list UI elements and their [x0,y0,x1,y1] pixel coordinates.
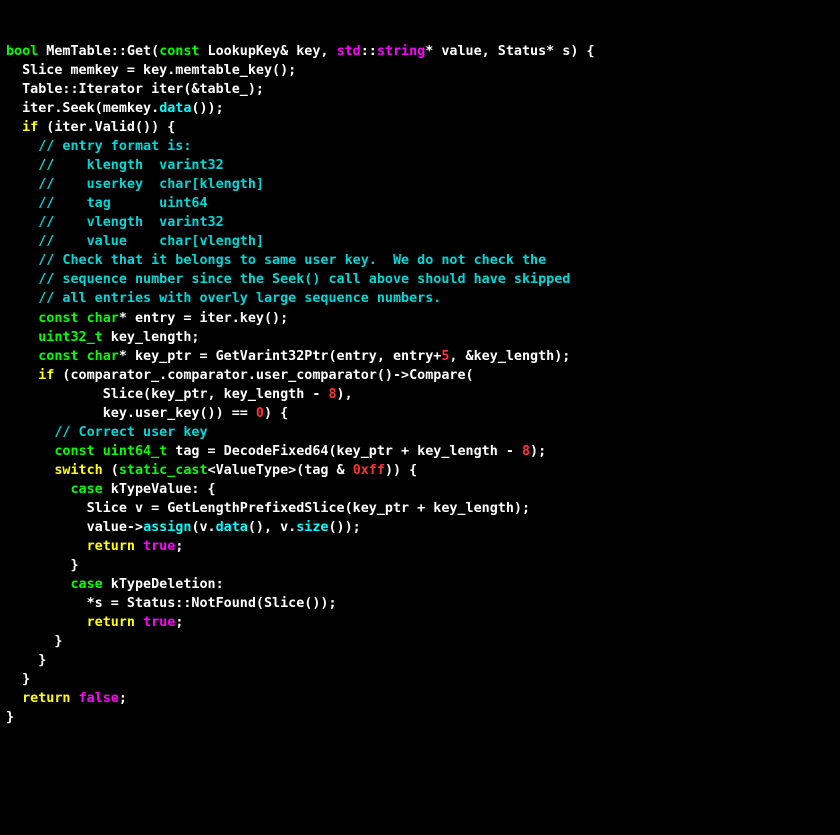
code-comment: // entry format is: [6,139,191,154]
code-line: key.user_key()) == 0) { [6,406,288,421]
code-line: iter.Seek(memkey.data()); [6,101,224,116]
code-line: Slice(key_ptr, key_length - 8), [6,387,353,402]
code-comment: // Correct user key [6,425,208,440]
code-line: return true; [6,615,183,630]
code-comment: // Check that it belongs to same user ke… [6,253,546,268]
code-line: const char* entry = iter.key(); [6,311,288,326]
code-comment: // klength varint32 [6,158,224,173]
code-comment: // value char[vlength] [6,234,264,249]
code-comment: // vlength varint32 [6,215,224,230]
code-line: Slice memkey = key.memtable_key(); [6,63,296,78]
code-line: Table::Iterator iter(&table_); [6,82,264,97]
code-line: const char* key_ptr = GetVarint32Ptr(ent… [6,349,570,364]
code-line: } [6,710,14,725]
code-line: return true; [6,539,183,554]
code-line: Slice v = GetLengthPrefixedSlice(key_ptr… [6,501,530,516]
code-line: } [6,558,79,573]
code-line: value->assign(v.data(), v.size()); [6,520,361,535]
code-line: const uint64_t tag = DecodeFixed64(key_p… [6,444,546,459]
code-line: switch (static_cast<ValueType>(tag & 0xf… [6,463,417,478]
code-line: bool MemTable::Get(const LookupKey& key,… [6,44,595,59]
code-comment: // sequence number since the Seek() call… [6,272,570,287]
code-line: } [6,672,30,687]
code-line: } [6,653,46,668]
code-line: } [6,634,62,649]
code-line: *s = Status::NotFound(Slice()); [6,596,337,611]
code-line: case kTypeValue: { [6,482,216,497]
code-line: if (comparator_.comparator.user_comparat… [6,368,474,383]
code-line: case kTypeDeletion: [6,577,224,592]
code-line: return false; [6,691,127,706]
code-comment: // tag uint64 [6,196,208,211]
code-comment: // userkey char[klength] [6,177,264,192]
code-comment: // all entries with overly large sequenc… [6,291,441,306]
code-line: if (iter.Valid()) { [6,120,175,135]
code-line: uint32_t key_length; [6,330,200,345]
